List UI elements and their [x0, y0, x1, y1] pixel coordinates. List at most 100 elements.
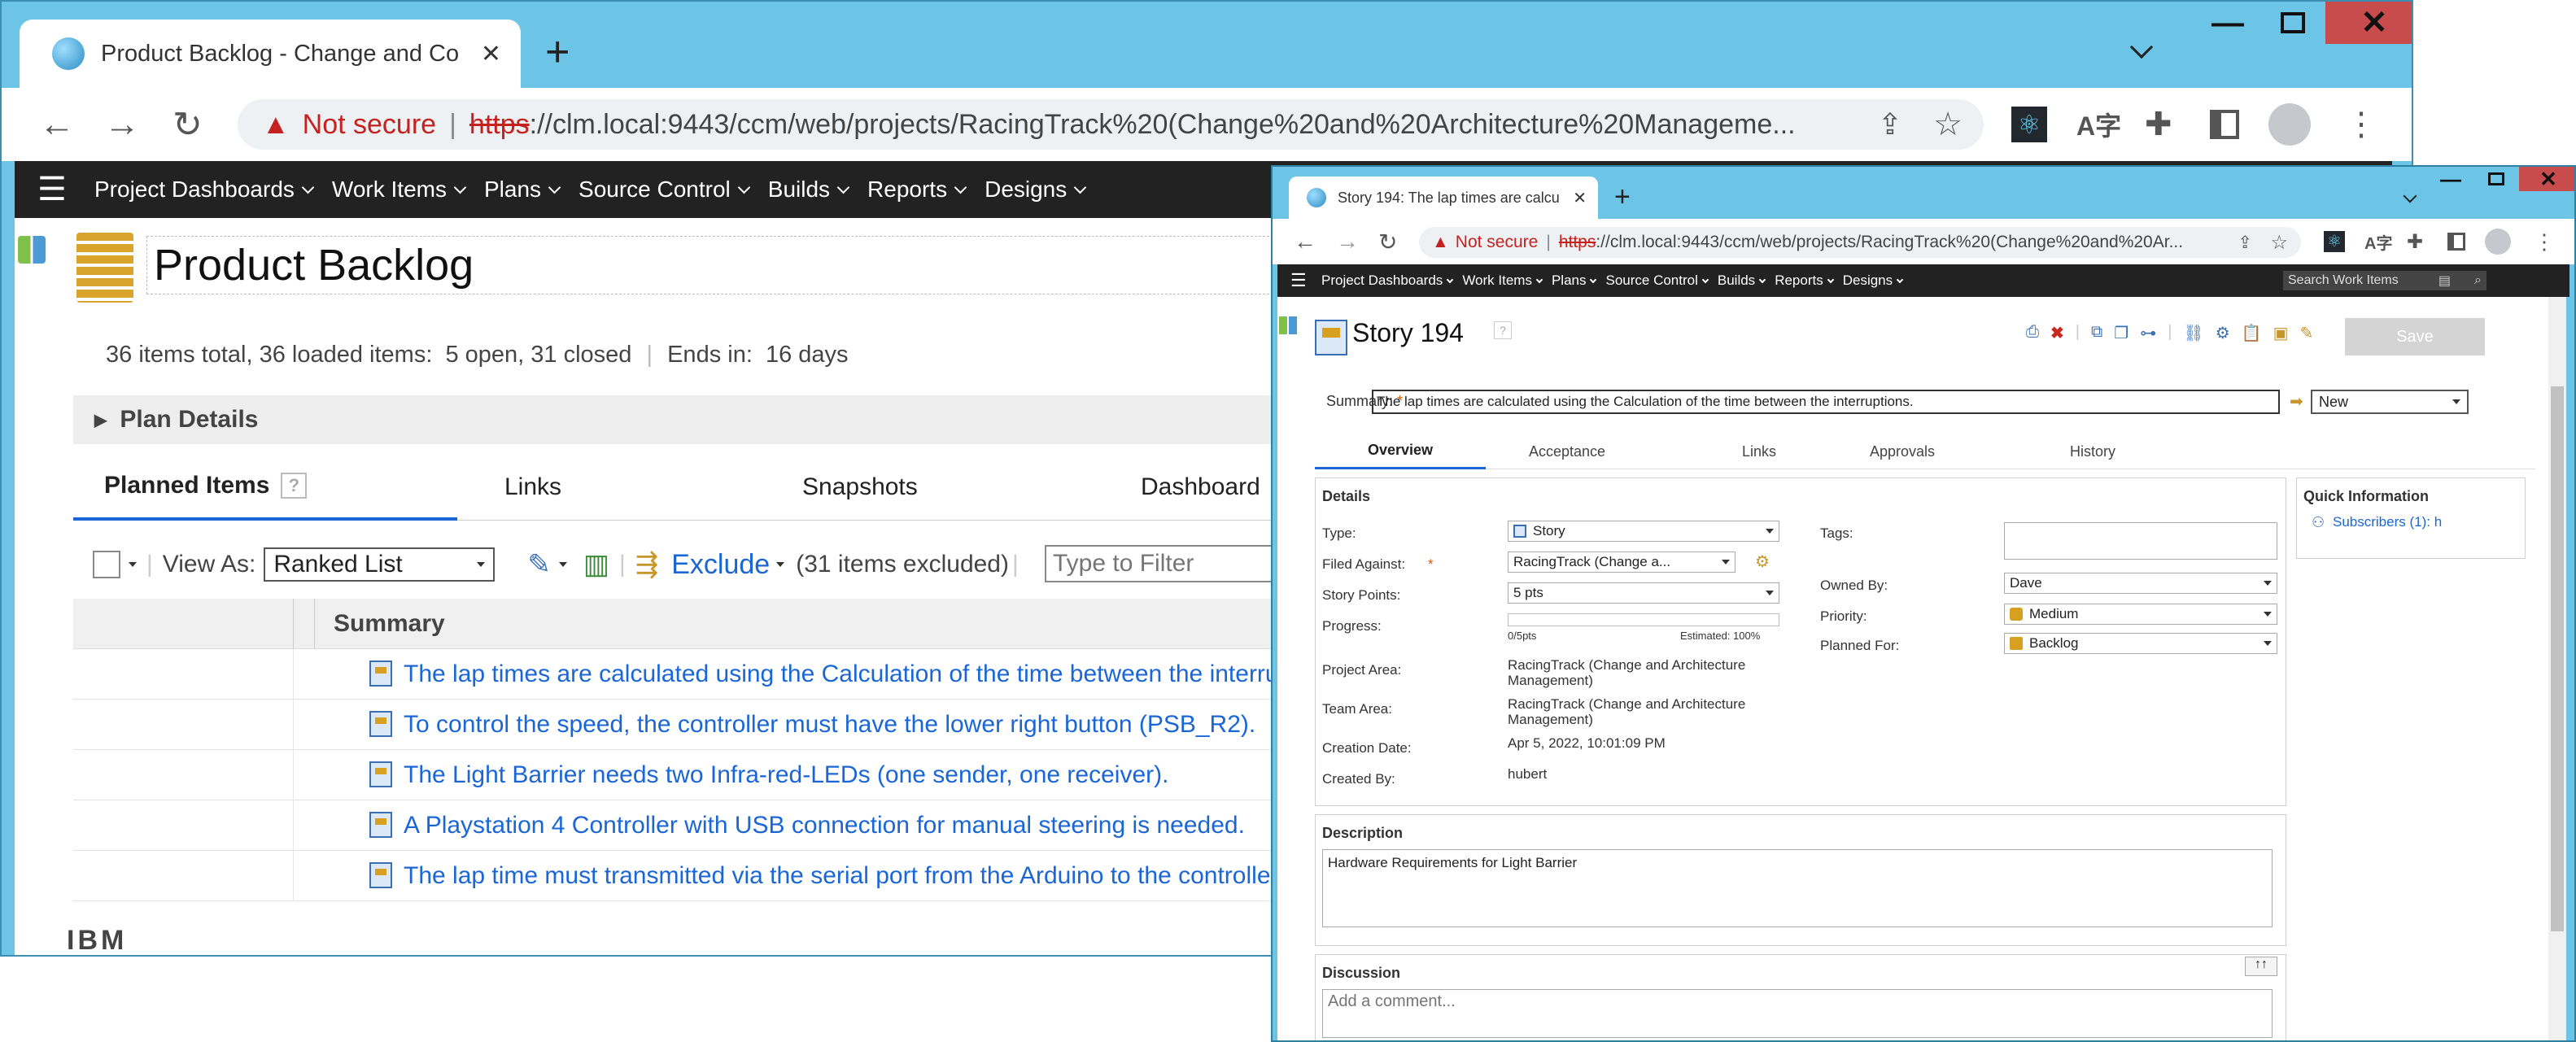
search-scope-icon[interactable]: ▤ [2438, 272, 2451, 289]
hierarchy-icon[interactable]: ⊶ [2140, 323, 2156, 343]
side-panel-icon[interactable] [2447, 233, 2465, 251]
bookmark-star-icon[interactable]: ☆ [1933, 106, 1963, 143]
bookmark-star-icon[interactable]: ☆ [2270, 231, 2288, 255]
help-icon[interactable]: ? [1494, 321, 1512, 339]
nav-menu-plans[interactable]: Plans [1552, 272, 1597, 289]
reload-icon[interactable]: ↻ [172, 104, 203, 146]
subscribe-icon[interactable]: ⚙ [2216, 323, 2230, 343]
tab-history[interactable]: History [2011, 434, 2174, 469]
owned-by-select[interactable]: Dave [2004, 573, 2277, 594]
new-tab-button[interactable]: + [545, 28, 570, 76]
nav-menu-designs[interactable]: Designs [985, 177, 1087, 203]
tab-links[interactable]: Links [504, 473, 561, 501]
nav-menu-builds[interactable]: Builds [768, 177, 850, 203]
tab-dashboard[interactable]: Dashboard [1141, 473, 1260, 501]
table-row[interactable]: The Light Barrier needs two Infra-red-LE… [73, 750, 1375, 800]
react-devtools-icon[interactable]: ⚛ [2011, 107, 2047, 142]
summary-column-header[interactable]: Summary [334, 610, 445, 638]
vertical-scrollbar[interactable] [2548, 297, 2566, 1040]
close-window-icon[interactable]: ✕ [2519, 167, 2574, 191]
minimize-icon[interactable]: — [2428, 167, 2473, 191]
scrollbar-thumb[interactable] [2551, 386, 2564, 931]
nav-menu-work-items[interactable]: Work Items [332, 177, 467, 203]
react-devtools-icon[interactable]: ⚛ [2324, 231, 2345, 252]
backlog-item-link[interactable]: To control the speed, the controller mus… [404, 711, 1255, 739]
select-dropdown-icon[interactable] [129, 562, 137, 567]
exclude-button[interactable]: Exclude [671, 549, 770, 581]
search-work-items-field[interactable]: Search Work Items ▤ ⌕ [2283, 271, 2486, 290]
nav-menu-plans[interactable]: Plans [484, 177, 561, 203]
exclude-dropdown-icon[interactable] [776, 562, 785, 567]
new-tab-button[interactable]: + [1614, 181, 1631, 213]
back-arrow-icon[interactable]: ← [1294, 229, 1316, 255]
summary-field[interactable]: The lap times are calculated using the C… [1372, 390, 2280, 414]
copy-icon[interactable]: ⧉ [2091, 323, 2102, 343]
link-icon[interactable]: ⛓ [2183, 323, 2203, 343]
backlog-item-link[interactable]: A Playstation 4 Controller with USB conn… [404, 812, 1245, 839]
select-all-checkbox[interactable] [93, 551, 120, 578]
close-window-icon[interactable]: ✕ [2325, 2, 2412, 44]
more-menu-icon[interactable]: ⋮ [2345, 106, 2377, 143]
url-field[interactable]: ▲ Not secure | https ://clm.local:9443/c… [1419, 227, 2301, 258]
back-arrow-icon[interactable]: ← [39, 104, 75, 145]
table-row[interactable]: The lap time must transmitted via the se… [73, 851, 1375, 901]
duplicate-icon[interactable]: ❐ [2114, 323, 2128, 343]
reload-icon[interactable]: ↻ [1378, 229, 1397, 255]
column-chooser-icon[interactable]: ▥ [583, 548, 609, 581]
tab-links[interactable]: Links [1678, 434, 1840, 469]
help-icon[interactable]: ? [281, 473, 308, 499]
type-select[interactable]: Story [1508, 521, 1779, 542]
profile-avatar-icon[interactable] [2268, 103, 2311, 146]
tab-search-chevron-icon[interactable] [2403, 189, 2417, 203]
pin-icon[interactable]: ✎ [2300, 323, 2314, 343]
nav-menu-source-control[interactable]: Source Control [579, 177, 751, 203]
nav-menu-work-items[interactable]: Work Items [1462, 272, 1543, 289]
table-row[interactable]: To control the speed, the controller mus… [73, 700, 1375, 750]
close-tab-icon[interactable]: ✕ [1573, 188, 1587, 208]
nav-menu-project-dashboards[interactable]: Project Dashboards [94, 177, 315, 203]
subscribers-link[interactable]: Subscribers (1): h [2333, 514, 2442, 530]
created-by-value[interactable]: hubert [1508, 766, 1670, 782]
profile-avatar-icon[interactable] [2485, 229, 2511, 255]
nav-menu-project-dashboards[interactable]: Project Dashboards [1321, 272, 1454, 289]
backlog-item-link[interactable]: The lap time must transmitted via the se… [404, 862, 1279, 890]
tab-snapshots[interactable]: Snapshots [802, 473, 918, 501]
delete-icon[interactable]: ✖ [2050, 323, 2064, 343]
forward-arrow-icon[interactable]: → [1336, 229, 1359, 255]
priority-select[interactable]: Medium [2004, 604, 2277, 625]
maximize-icon[interactable] [2473, 167, 2519, 191]
planned-for-select[interactable]: Backlog [2004, 633, 2277, 654]
plan-details-section[interactable]: ▶ Plan Details [73, 395, 1375, 444]
story-points-select[interactable]: 5 pts [1508, 582, 1779, 604]
table-row[interactable]: A Playstation 4 Controller with USB conn… [73, 800, 1375, 851]
tab-search-chevron-icon[interactable] [2129, 35, 2154, 59]
description-field[interactable]: Hardware Requirements for Light Barrier [1322, 849, 2273, 927]
minimize-icon[interactable]: — [2195, 2, 2260, 44]
backlog-item-link[interactable]: The lap times are calculated using the C… [404, 661, 1279, 688]
app-switcher-icon[interactable] [18, 236, 46, 264]
nav-menu-reports[interactable]: Reports [867, 177, 967, 203]
state-select[interactable]: New [2311, 390, 2469, 414]
close-tab-icon[interactable]: ✕ [481, 40, 501, 68]
browser-tab-product-backlog[interactable]: Product Backlog - Change and Co ✕ [20, 20, 521, 88]
nav-menu-builds[interactable]: Builds [1718, 272, 1766, 289]
app-switcher-icon[interactable] [1279, 316, 1297, 334]
table-row[interactable]: The lap times are calculated using the C… [73, 649, 1375, 700]
filter-input[interactable] [1045, 545, 1305, 582]
share-icon[interactable]: ⇪ [2238, 233, 2252, 253]
clipboard-icon[interactable]: 📋 [2242, 323, 2262, 343]
tab-approvals[interactable]: Approvals [1821, 434, 1984, 469]
side-panel-icon[interactable] [2210, 110, 2239, 139]
nav-menu-reports[interactable]: Reports [1775, 272, 1834, 289]
extensions-icon[interactable]: ✚ [2407, 230, 2423, 254]
hamburger-menu-icon[interactable]: ☰ [37, 171, 67, 208]
nav-menu-source-control[interactable]: Source Control [1605, 272, 1709, 289]
extensions-icon[interactable]: ✚ [2145, 106, 2172, 143]
filed-against-select[interactable]: RacingTrack (Change a... [1508, 552, 1736, 573]
url-field[interactable]: ▲ Not secure | https ://clm.local:9443/c… [238, 99, 1984, 150]
comment-input[interactable] [1322, 989, 2273, 1038]
edit-dropdown-icon[interactable] [558, 562, 567, 567]
tags-field[interactable] [2004, 522, 2277, 560]
sort-order-icon[interactable]: ↑↑ [2245, 957, 2277, 976]
edit-columns-icon[interactable]: ✎ [527, 548, 551, 581]
